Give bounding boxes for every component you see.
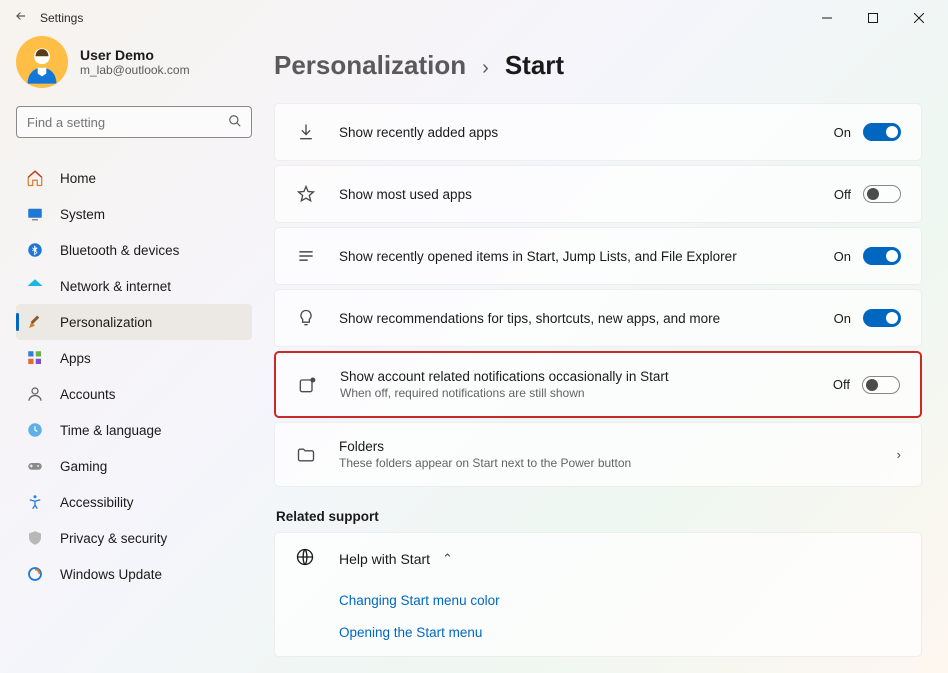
related-support-card: Help with Start ⌃ Changing Start menu co… bbox=[274, 532, 922, 657]
setting-sublabel: When off, required notifications are sti… bbox=[340, 386, 833, 400]
chevron-up-icon: ⌃ bbox=[442, 551, 453, 567]
related-support-title: Related support bbox=[276, 509, 922, 524]
personalization-icon bbox=[26, 313, 44, 331]
system-icon bbox=[26, 205, 44, 223]
setting-label: Show account related notifications occas… bbox=[340, 369, 833, 384]
setting-recently-added: Show recently added apps On bbox=[274, 103, 922, 161]
setting-label: Show most used apps bbox=[339, 187, 834, 202]
apps-icon bbox=[26, 349, 44, 367]
avatar bbox=[16, 36, 68, 88]
nav-label: Accounts bbox=[60, 387, 116, 402]
toggle-most-used[interactable] bbox=[863, 185, 901, 203]
bluetooth-icon bbox=[26, 241, 44, 259]
nav-label: Personalization bbox=[60, 315, 152, 330]
toggle-recent-items[interactable] bbox=[863, 247, 901, 265]
nav: Home System Bluetooth & devices Network … bbox=[16, 160, 252, 592]
user-email: m_lab@outlook.com bbox=[80, 63, 190, 77]
setting-most-used: Show most used apps Off bbox=[274, 165, 922, 223]
nav-label: Privacy & security bbox=[60, 531, 167, 546]
sidebar: User Demo m_lab@outlook.com Home System … bbox=[0, 36, 268, 673]
breadcrumb-parent[interactable]: Personalization bbox=[274, 50, 466, 81]
nav-bluetooth[interactable]: Bluetooth & devices bbox=[16, 232, 252, 268]
toggle-state: Off bbox=[833, 377, 850, 392]
nav-label: Apps bbox=[60, 351, 91, 366]
notification-card-icon bbox=[296, 374, 318, 396]
nav-accounts[interactable]: Accounts bbox=[16, 376, 252, 412]
nav-label: Windows Update bbox=[60, 567, 162, 582]
user-name: User Demo bbox=[80, 47, 190, 63]
back-button[interactable] bbox=[14, 9, 40, 28]
nav-label: Accessibility bbox=[60, 495, 134, 510]
setting-label: Show recently opened items in Start, Jum… bbox=[339, 249, 834, 264]
nav-label: Home bbox=[60, 171, 96, 186]
toggle-recommendations[interactable] bbox=[863, 309, 901, 327]
nav-privacy[interactable]: Privacy & security bbox=[16, 520, 252, 556]
setting-label: Show recommendations for tips, shortcuts… bbox=[339, 311, 834, 326]
link-opening-start[interactable]: Opening the Start menu bbox=[339, 625, 482, 640]
toggle-state: On bbox=[834, 125, 851, 140]
breadcrumb-current: Start bbox=[505, 50, 564, 81]
star-icon bbox=[295, 183, 317, 205]
toggle-recently-added[interactable] bbox=[863, 123, 901, 141]
breadcrumb: Personalization › Start bbox=[274, 50, 922, 81]
nav-system[interactable]: System bbox=[16, 196, 252, 232]
minimize-button[interactable] bbox=[804, 2, 850, 34]
setting-sublabel: These folders appear on Start next to th… bbox=[339, 456, 885, 470]
setting-recent-items: Show recently opened items in Start, Jum… bbox=[274, 227, 922, 285]
nav-label: Gaming bbox=[60, 459, 107, 474]
nav-label: System bbox=[60, 207, 105, 222]
nav-update[interactable]: Windows Update bbox=[16, 556, 252, 592]
link-changing-color[interactable]: Changing Start menu color bbox=[339, 593, 500, 608]
search-input[interactable] bbox=[16, 106, 252, 138]
nav-time[interactable]: Time & language bbox=[16, 412, 252, 448]
toggle-account-notifications[interactable] bbox=[862, 376, 900, 394]
update-icon bbox=[26, 565, 44, 583]
accounts-icon bbox=[26, 385, 44, 403]
setting-label: Show recently added apps bbox=[339, 125, 834, 140]
nav-network[interactable]: Network & internet bbox=[16, 268, 252, 304]
setting-recommendations: Show recommendations for tips, shortcuts… bbox=[274, 289, 922, 347]
main-content: Personalization › Start Show recently ad… bbox=[268, 36, 948, 673]
nav-label: Bluetooth & devices bbox=[60, 243, 179, 258]
list-icon bbox=[295, 245, 317, 267]
nav-label: Network & internet bbox=[60, 279, 171, 294]
home-icon bbox=[26, 169, 44, 187]
search-icon bbox=[228, 114, 242, 131]
profile-block[interactable]: User Demo m_lab@outlook.com bbox=[16, 36, 252, 106]
nav-gaming[interactable]: Gaming bbox=[16, 448, 252, 484]
nav-personalization[interactable]: Personalization bbox=[16, 304, 252, 340]
accessibility-icon bbox=[26, 493, 44, 511]
titlebar: Settings bbox=[0, 0, 948, 36]
privacy-icon bbox=[26, 529, 44, 547]
support-label: Help with Start bbox=[339, 551, 430, 567]
setting-folders[interactable]: Folders These folders appear on Start ne… bbox=[274, 422, 922, 487]
nav-home[interactable]: Home bbox=[16, 160, 252, 196]
globe-icon bbox=[295, 547, 317, 570]
window-title: Settings bbox=[40, 11, 83, 25]
toggle-state: On bbox=[834, 311, 851, 326]
setting-account-notifications: Show account related notifications occas… bbox=[274, 351, 922, 418]
setting-label: Folders bbox=[339, 439, 885, 454]
bulb-icon bbox=[295, 307, 317, 329]
maximize-button[interactable] bbox=[850, 2, 896, 34]
chevron-right-icon: › bbox=[482, 57, 489, 80]
nav-label: Time & language bbox=[60, 423, 162, 438]
chevron-right-icon: › bbox=[897, 447, 901, 462]
help-with-start-row[interactable]: Help with Start ⌃ bbox=[275, 533, 921, 584]
gaming-icon bbox=[26, 457, 44, 475]
nav-accessibility[interactable]: Accessibility bbox=[16, 484, 252, 520]
folder-icon bbox=[295, 444, 317, 466]
close-button[interactable] bbox=[896, 2, 942, 34]
toggle-state: On bbox=[834, 249, 851, 264]
download-icon bbox=[295, 121, 317, 143]
network-icon bbox=[26, 277, 44, 295]
toggle-state: Off bbox=[834, 187, 851, 202]
nav-apps[interactable]: Apps bbox=[16, 340, 252, 376]
time-icon bbox=[26, 421, 44, 439]
